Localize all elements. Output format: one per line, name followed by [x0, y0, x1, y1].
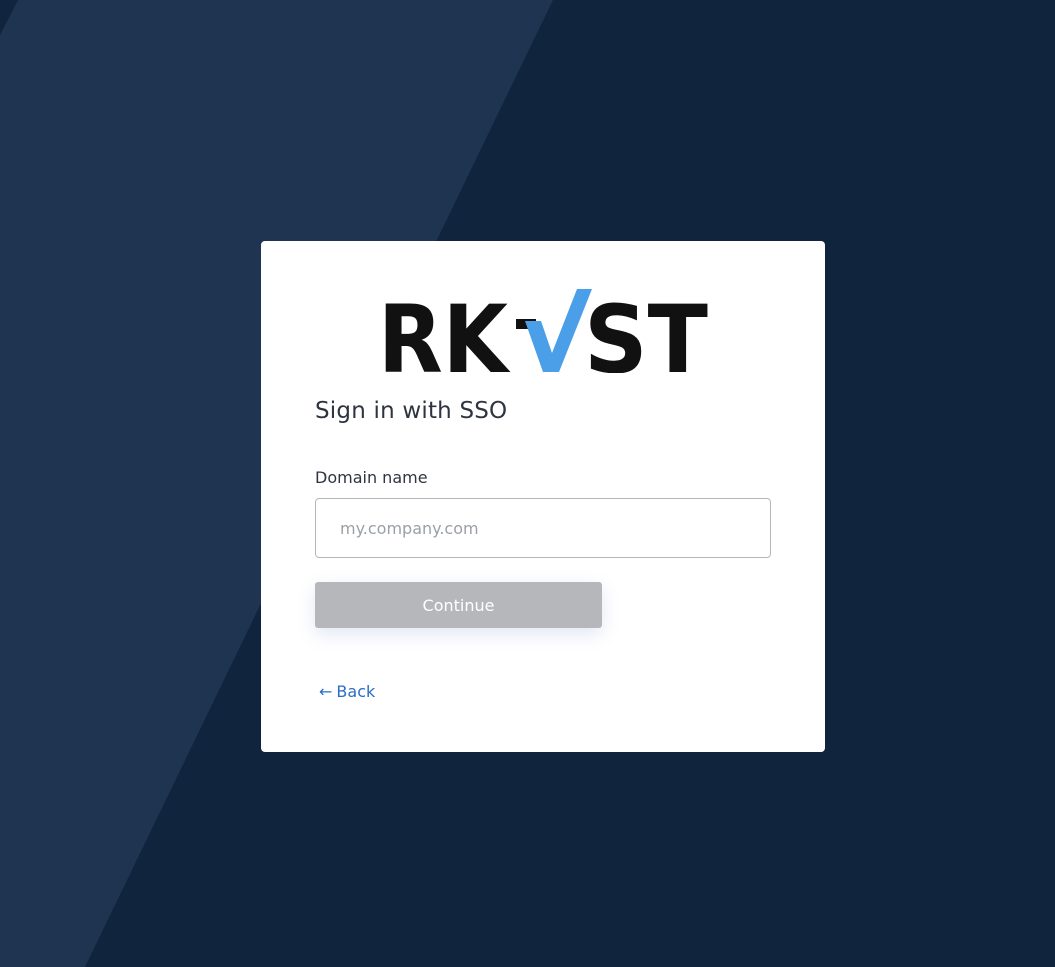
domain-name-label: Domain name: [315, 468, 428, 487]
page-title: Sign in with SSO: [315, 398, 508, 424]
logo-text-right: ST: [584, 289, 708, 373]
arrow-left-icon: ←: [319, 682, 333, 701]
sso-signin-card: RK ST Sign in with SSO Domain name Conti…: [261, 241, 825, 752]
rkvst-logo: RK ST: [378, 289, 708, 373]
continue-button[interactable]: Continue: [315, 582, 602, 628]
back-link-label: Back: [336, 682, 376, 701]
logo-text-left: RK: [378, 289, 511, 373]
check-icon: [525, 289, 592, 372]
domain-name-input[interactable]: [315, 498, 771, 558]
back-link[interactable]: ← Back: [319, 682, 375, 701]
